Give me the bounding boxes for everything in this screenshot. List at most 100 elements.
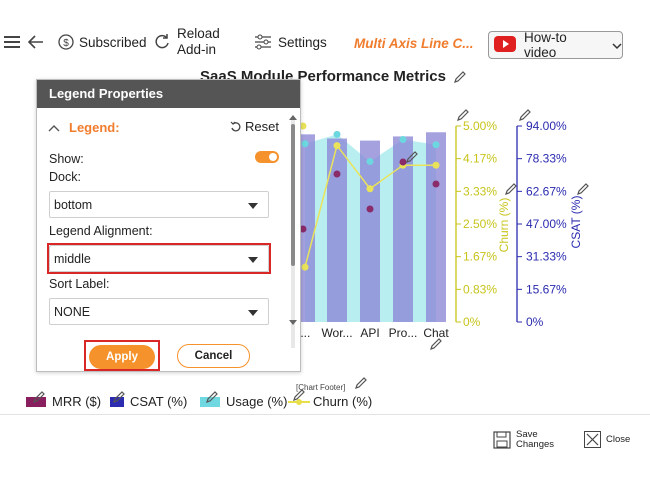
edit-pencil-icon[interactable] xyxy=(32,390,46,404)
panel-header: Legend Properties xyxy=(37,80,300,108)
x-tick-label: Chat xyxy=(423,326,449,340)
csat-tick-label: 78.33% xyxy=(526,152,567,166)
close-button[interactable]: Close xyxy=(584,431,630,448)
save-label-line2: Changes xyxy=(516,439,555,450)
chart-bar xyxy=(327,138,347,322)
reset-icon xyxy=(230,121,241,131)
edit-pencil-icon[interactable] xyxy=(292,388,306,402)
divider xyxy=(0,414,650,415)
csat-axis-label: CSAT (%) xyxy=(569,196,583,249)
legend-label-csat: CSAT (%) xyxy=(130,394,188,409)
usage-point xyxy=(366,157,374,165)
sliders-icon xyxy=(254,34,272,50)
close-icon xyxy=(584,431,601,448)
csat-tick-label: 94.00% xyxy=(526,119,567,133)
sort-value: NONE xyxy=(54,305,91,319)
csat-tick-label: 47.00% xyxy=(526,217,567,231)
dock-label: Dock: xyxy=(49,170,81,184)
howto-video-button[interactable]: How-to video xyxy=(488,30,623,60)
sort-select[interactable]: NONE xyxy=(49,298,269,325)
chart-bar xyxy=(426,132,446,322)
mrr-point xyxy=(333,170,341,178)
menu-icon[interactable] xyxy=(4,35,20,49)
churn-tick-label: 2.50% xyxy=(463,217,497,231)
legend-label-usage: Usage (%) xyxy=(226,394,288,409)
reset-button[interactable]: Reset xyxy=(230,119,279,134)
churn-tick-label: 4.17% xyxy=(463,152,497,166)
show-label: Show: xyxy=(49,152,84,166)
close-label: Close xyxy=(606,434,631,445)
legend-section-label: Legend: xyxy=(69,120,120,135)
reload-label-line2: Add-in xyxy=(177,42,217,57)
csat-tick-label: 0% xyxy=(526,315,544,329)
dollar-circle-icon: $ xyxy=(58,34,74,50)
edit-pencil-icon xyxy=(505,183,517,195)
subscribed-label: Subscribed xyxy=(79,34,147,50)
reset-label: Reset xyxy=(245,119,279,134)
csat-tick-label: 31.33% xyxy=(526,250,567,264)
panel-title: Legend Properties xyxy=(49,86,164,101)
churn-point xyxy=(432,161,440,169)
churn-tick-label: 3.33% xyxy=(463,184,497,198)
legend-properties-panel: Legend Properties Legend: Reset Show: Do… xyxy=(36,79,301,372)
back-arrow-icon[interactable] xyxy=(28,35,44,49)
mrr-point xyxy=(399,158,407,166)
scroll-down-icon[interactable] xyxy=(289,320,297,326)
churn-point xyxy=(333,142,341,150)
legend-section-toggle[interactable]: Legend: xyxy=(47,120,120,135)
chevron-down-icon xyxy=(612,38,622,53)
edit-pencil-icon xyxy=(577,183,589,195)
sort-label: Sort Label: xyxy=(49,277,110,291)
edit-pencil-icon xyxy=(430,338,442,350)
csat-tick-label: 15.67% xyxy=(526,282,567,296)
howto-label: How-to video xyxy=(524,30,567,60)
edit-pencil-icon[interactable] xyxy=(205,390,219,404)
save-changes-button[interactable]: Save Changes xyxy=(493,430,554,450)
reload-label-line1: Reload xyxy=(177,26,220,41)
usage-point xyxy=(301,140,309,148)
subscribed-button[interactable]: $ Subscribed xyxy=(58,34,147,50)
mrr-point xyxy=(366,205,374,213)
chart-bar xyxy=(360,140,380,322)
churn-point xyxy=(366,185,374,193)
edit-title-pencil-icon[interactable] xyxy=(453,70,467,84)
panel-scrollbar-thumb[interactable] xyxy=(291,124,295,266)
x-tick-label: Pro... xyxy=(389,326,418,340)
show-toggle[interactable] xyxy=(255,151,279,163)
dropdown-caret-icon xyxy=(248,203,258,209)
mrr-point xyxy=(432,180,440,188)
settings-button[interactable]: Settings xyxy=(254,34,327,50)
usage-point xyxy=(399,136,407,144)
highlight-box xyxy=(47,243,271,274)
dock-select[interactable]: bottom xyxy=(49,191,269,218)
apply-highlight-box xyxy=(84,340,160,371)
cancel-button[interactable]: Cancel xyxy=(177,344,250,368)
reload-addin-button[interactable]: Reload Add-in xyxy=(153,26,220,58)
reload-icon xyxy=(153,33,171,51)
edit-pencil-icon[interactable] xyxy=(112,390,126,404)
csat-tick-label: 62.67% xyxy=(526,184,567,198)
usage-point xyxy=(333,130,341,138)
scroll-up-icon[interactable] xyxy=(289,114,297,120)
brand-title: Multi Axis Line C... xyxy=(354,36,474,51)
churn-tick-label: 5.00% xyxy=(463,119,497,133)
x-tick-label: API xyxy=(360,326,379,340)
churn-point xyxy=(301,263,309,271)
usage-point xyxy=(432,141,440,149)
churn-tick-label: 1.67% xyxy=(463,250,497,264)
chevron-up-icon xyxy=(48,124,60,131)
x-tick-label: Wor... xyxy=(321,326,352,340)
legend-label-churn: Churn (%) xyxy=(313,394,373,409)
dock-value: bottom xyxy=(54,198,93,212)
churn-axis-label: Churn (%) xyxy=(497,198,511,253)
legend-label-mrr: MRR ($) xyxy=(52,394,102,409)
alignment-label: Legend Alignment: xyxy=(49,224,153,238)
settings-label: Settings xyxy=(278,34,327,50)
youtube-icon xyxy=(494,35,516,55)
churn-tick-label: 0.83% xyxy=(463,282,497,296)
save-icon xyxy=(493,431,511,449)
churn-tick-label: 0% xyxy=(463,315,481,329)
edit-footer-pencil-icon[interactable] xyxy=(354,376,368,390)
dropdown-caret-icon xyxy=(248,310,258,316)
svg-text:$: $ xyxy=(63,38,69,49)
